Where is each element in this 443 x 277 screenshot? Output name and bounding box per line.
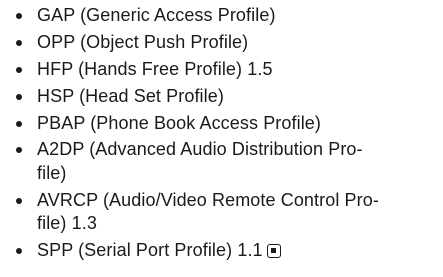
list-item-label: HFP (Hands Free Profile) 1.5: [37, 58, 273, 79]
list-item-label: PBAP (Phone Book Access Profile): [37, 112, 322, 133]
list-item-a2dp: A2DP (Advanced Audio Distribution Pro- f…: [12, 138, 437, 185]
list-item-label-line2: file) 1.3: [37, 213, 97, 234]
document-page: GAP (Generic Access Profile) OPP (Object…: [0, 0, 443, 277]
list-item-label-wrap: SPP (Serial Port Profile) 1.1: [37, 239, 437, 263]
list-item-label: OPP (Object Push Profile): [37, 31, 249, 52]
list-item-hfp: HFP (Hands Free Profile) 1.5: [12, 58, 437, 82]
list-item-label: SPP (Serial Port Profile) 1.1: [37, 240, 263, 261]
bullet-icon: [16, 197, 22, 204]
bullet-icon: [16, 147, 22, 154]
bullet-icon: [16, 93, 22, 100]
list-item-spp: SPP (Serial Port Profile) 1.1: [12, 239, 437, 263]
bullet-icon: [16, 66, 22, 73]
list-item-label-line1: AVRCP (Audio/Video Remote Control Pro-: [37, 189, 379, 210]
list-item-label-line1: A2DP (Advanced Audio Distribution Pro-: [37, 139, 363, 160]
square-note-icon: [266, 244, 281, 259]
bullet-icon: [16, 248, 22, 255]
bullet-icon: [16, 13, 22, 19]
bullet-icon: [16, 39, 22, 46]
list-item-opp: OPP (Object Push Profile): [12, 31, 437, 55]
list-item-avrcp: AVRCP (Audio/Video Remote Control Pro- f…: [12, 189, 437, 236]
list-item-gap: GAP (Generic Access Profile): [12, 4, 437, 28]
list-item-label: GAP (Generic Access Profile): [37, 5, 276, 25]
list-item-label: HSP (Head Set Profile): [37, 85, 224, 106]
bullet-icon: [16, 120, 22, 127]
bluetooth-profile-list: GAP (Generic Access Profile) OPP (Object…: [12, 4, 437, 266]
list-item-pbap: PBAP (Phone Book Access Profile): [12, 112, 437, 136]
list-item-hsp: HSP (Head Set Profile): [12, 85, 437, 109]
list-item-label-line2: file): [37, 162, 67, 183]
